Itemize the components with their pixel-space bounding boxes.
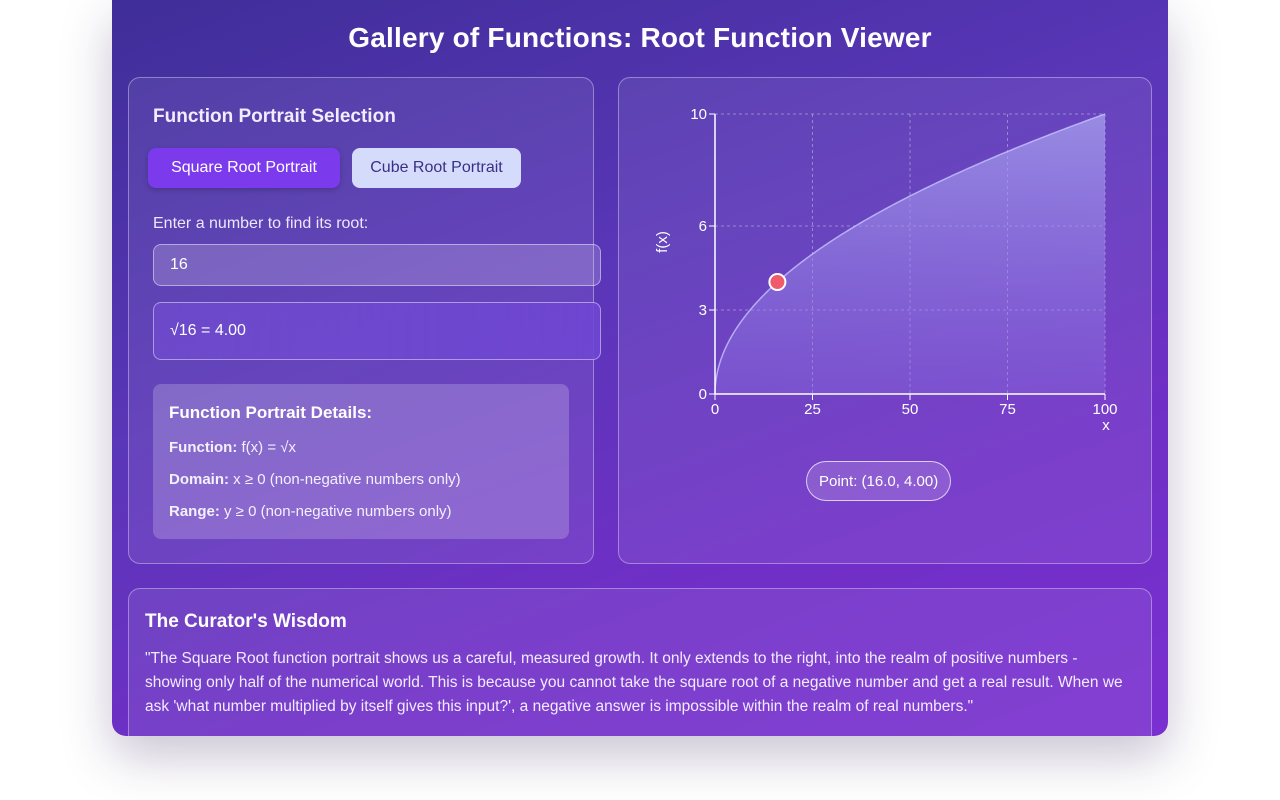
x-tick-label: 75 (999, 401, 1016, 418)
details-heading: Function Portrait Details: (169, 403, 373, 422)
wisdom-text: "The Square Root function portrait shows… (145, 650, 1123, 715)
x-tick-label: 0 (711, 401, 719, 418)
square-root-button[interactable]: Square Root Portrait (148, 148, 340, 188)
x-tick-label: 25 (804, 401, 821, 418)
range-label: Range: (169, 503, 220, 520)
number-input[interactable] (153, 244, 601, 286)
range-value: y ≥ 0 (non-negative numbers only) (219, 503, 452, 520)
x-tick-label: 100 (1092, 401, 1117, 418)
y-axis-label: f(x) (654, 231, 671, 253)
cube-root-button[interactable]: Cube Root Portrait (352, 148, 521, 188)
function-label: Function: (169, 439, 238, 456)
y-tick-label: 0 (699, 386, 707, 403)
y-tick-label: 6 (699, 218, 707, 235)
domain-value: x ≥ 0 (non-negative numbers only) (229, 471, 461, 488)
x-axis-label: x (1102, 417, 1110, 434)
function-value: f(x) = √x (237, 439, 296, 456)
page-title: Gallery of Functions: Root Function View… (348, 22, 932, 53)
range-row: Range: y ≥ 0 (non-negative numbers only) (169, 503, 452, 520)
app-window: Gallery of Functions: Root Function View… (112, 0, 1168, 736)
function-row: Function: f(x) = √x (169, 439, 296, 456)
y-tick-label: 3 (699, 302, 707, 319)
selection-heading: Function Portrait Selection (153, 106, 396, 127)
chart-panel: 0 25 50 75 100 0 3 6 10 x f(x) Point: (16.0, 4.00) (618, 77, 1152, 564)
selection-panel: Function Portrait Selection Square Root … (128, 77, 601, 564)
result-display: √16 = 4.00 (153, 302, 601, 360)
wisdom-heading: The Curator's Wisdom (145, 611, 347, 632)
wisdom-panel: The Curator's Wisdom "The Square Root fu… (128, 588, 1152, 736)
details-box: Function Portrait Details: Function: f(x… (153, 384, 569, 539)
domain-label: Domain: (169, 471, 229, 488)
highlight-point[interactable] (768, 273, 787, 291)
x-tick-label: 50 (902, 401, 919, 418)
input-prompt: Enter a number to find its root: (153, 215, 369, 232)
point-badge: Point: (16.0, 4.00) (806, 461, 952, 501)
domain-row: Domain: x ≥ 0 (non-negative numbers only… (169, 471, 461, 488)
y-tick-label: 10 (690, 106, 707, 123)
